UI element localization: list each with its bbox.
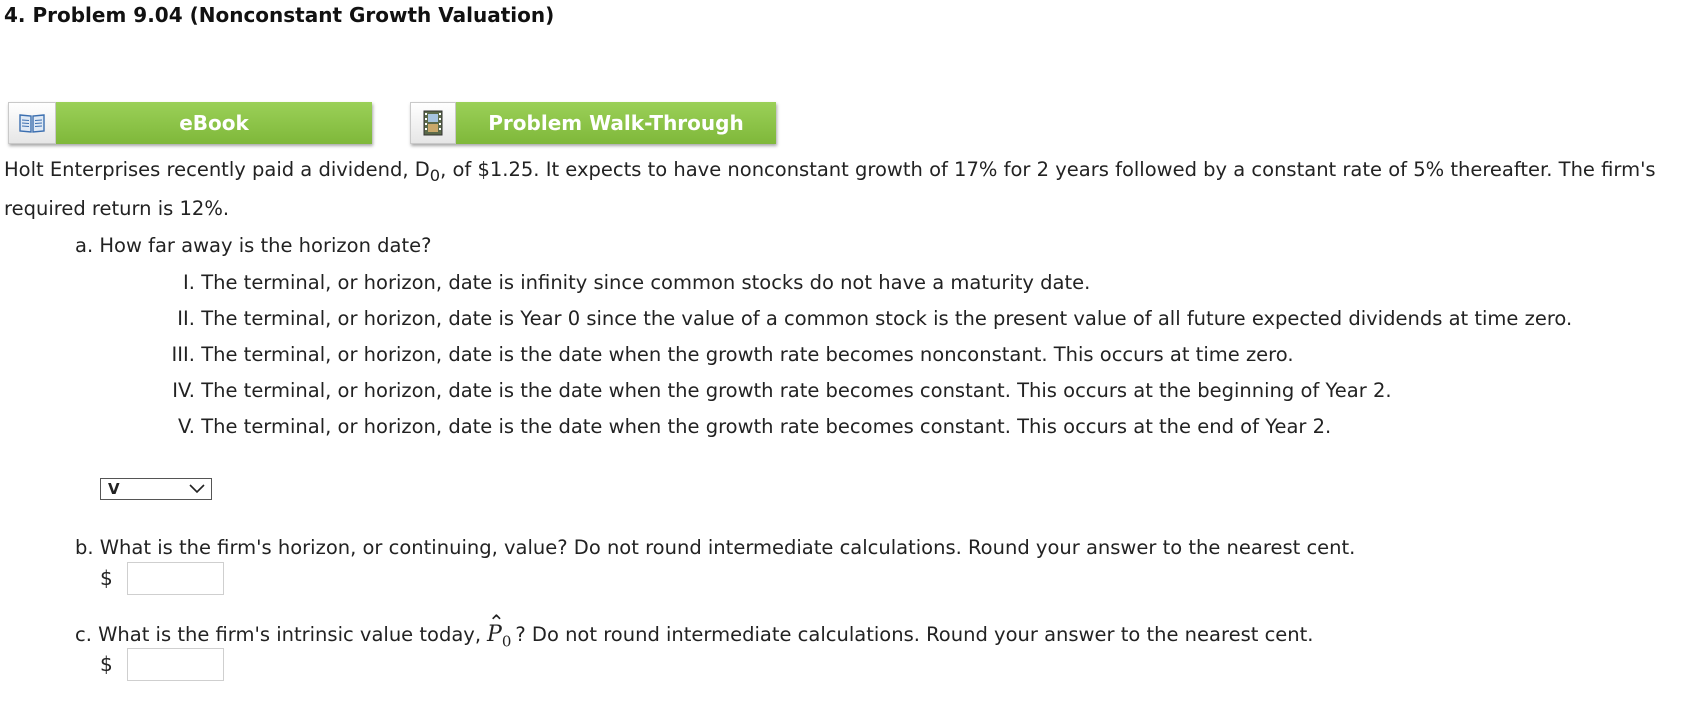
option-number: I.: [183, 271, 195, 294]
answer-a-selected: V: [108, 480, 120, 498]
option-text: The terminal, or horizon, date is the da…: [201, 379, 1392, 402]
book-icon: [8, 102, 56, 144]
option-i: I. The terminal, or horizon, date is inf…: [155, 271, 1090, 294]
problem-title: 4. Problem 9.04 (Nonconstant Growth Valu…: [4, 3, 555, 27]
question-b: b. What is the firm's horizon, or contin…: [75, 536, 1356, 559]
intro-subscript: 0: [429, 165, 441, 185]
p-hat-symbol: ⌃ P0: [487, 610, 512, 651]
option-text: The terminal, or horizon, date is the da…: [201, 415, 1332, 438]
chevron-down-icon: [189, 480, 205, 498]
question-c: c. What is the firm's intrinsic value to…: [75, 610, 1314, 651]
option-number: V.: [177, 415, 195, 438]
option-text: The terminal, or horizon, date is the da…: [201, 343, 1294, 366]
question-a: a. How far away is the horizon date?: [75, 234, 432, 257]
option-number: II.: [177, 307, 195, 330]
answer-a-dropdown[interactable]: V: [100, 478, 212, 500]
question-c-text-start: c. What is the firm's intrinsic value to…: [75, 623, 482, 646]
problem-walkthrough-button[interactable]: Problem Walk-Through: [410, 102, 776, 144]
film-icon: [410, 102, 456, 144]
answer-b-input[interactable]: [127, 562, 224, 595]
intro-text-start: Holt Enterprises recently paid a dividen…: [4, 158, 430, 181]
option-ii: II. The terminal, or horizon, date is Ye…: [155, 307, 1572, 330]
option-number: III.: [171, 343, 195, 366]
option-number: IV.: [172, 379, 195, 402]
option-iii: III. The terminal, or horizon, date is t…: [155, 343, 1294, 366]
option-v: V. The terminal, or horizon, date is the…: [155, 415, 1331, 438]
option-iv: IV. The terminal, or horizon, date is th…: [155, 379, 1392, 402]
hat-accent: ⌃: [488, 610, 505, 634]
currency-symbol-c: $: [100, 652, 113, 676]
ebook-button-label: eBook: [56, 102, 372, 144]
answer-c-input[interactable]: [127, 648, 224, 681]
option-text: The terminal, or horizon, date is infini…: [201, 271, 1091, 294]
walkthrough-button-label: Problem Walk-Through: [456, 102, 776, 144]
ebook-button[interactable]: eBook: [8, 102, 372, 144]
question-c-text-end: ? Do not round intermediate calculations…: [515, 623, 1314, 646]
currency-symbol-b: $: [100, 566, 113, 590]
option-text: The terminal, or horizon, date is Year 0…: [201, 307, 1573, 330]
p-subscript: 0: [501, 632, 512, 651]
problem-statement: Holt Enterprises recently paid a dividen…: [4, 153, 1684, 225]
